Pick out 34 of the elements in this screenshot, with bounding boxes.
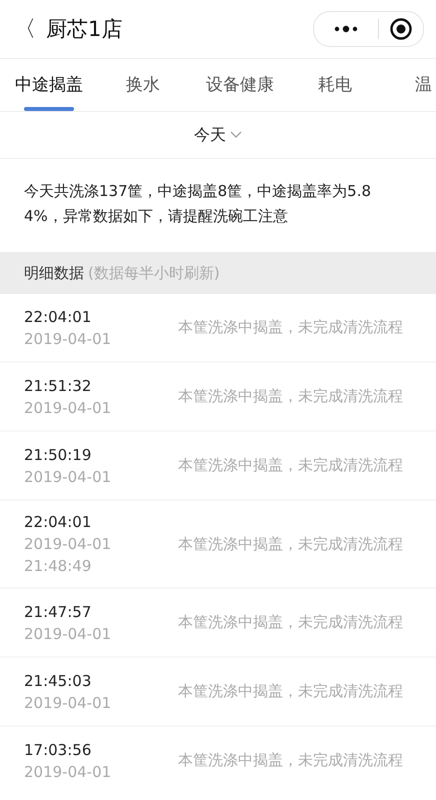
back-button[interactable]: 〈 — [14, 14, 46, 44]
record-date: 2019-04-01 — [24, 692, 112, 714]
record-time: 21:45:03 — [24, 670, 92, 692]
record-time: 22:04:01 — [24, 512, 92, 533]
summary-text: 今天共洗涤137筐，中途揭盖8筐，中途揭盖率为5.84%，异常数据如下，请提醒洗碗工注意 — [24, 181, 372, 227]
record-date: 2019-04-01 — [24, 762, 112, 782]
tab[interactable]: 设备健康 — [206, 59, 274, 111]
date-dropdown[interactable]: 今天 — [194, 112, 242, 158]
record-date: 2019-04-01 — [24, 328, 112, 350]
record-message: 本筐洗涤中揭盖，未完成清洗流程 — [178, 318, 403, 337]
record-message: 本筐洗涤中揭盖，未完成清洗流程 — [178, 456, 403, 475]
tab[interactable]: 温 — [415, 59, 432, 111]
tab[interactable]: 耗电 — [318, 59, 352, 111]
record-time: 17:03:56 — [24, 740, 92, 760]
record-message: 本筐洗涤中揭盖，未完成清洗流程 — [178, 613, 403, 632]
record-date: 2019-04-01 — [24, 534, 112, 555]
record-date: 2019-04-01 — [24, 398, 112, 418]
record-message: 本筐洗涤中揭盖，未完成清洗流程 — [178, 682, 403, 701]
record-time: 21:50:19 — [24, 444, 92, 466]
record-date: 21:48:49 — [24, 556, 92, 577]
record-time: 22:04:01 — [24, 306, 92, 328]
record-message: 本筐洗涤中揭盖，未完成清洗流程 — [178, 751, 403, 770]
record-date: 2019-04-01 — [24, 624, 112, 644]
record-time: 21:51:32 — [24, 376, 92, 396]
page-title: 厨芯1店 — [46, 16, 124, 43]
record-date: 2019-04-01 — [24, 466, 112, 488]
record-time: 21:47:57 — [24, 602, 92, 622]
refresh-note: (数据每半小时刷新) — [88, 264, 220, 282]
chevron-down-icon — [230, 131, 242, 139]
tab[interactable]: 中途揭盖 — [15, 59, 83, 111]
tab[interactable]: 换水 — [126, 59, 160, 111]
record-message: 本筐洗涤中揭盖，未完成清洗流程 — [178, 534, 403, 554]
record-message: 本筐洗涤中揭盖，未完成清洗流程 — [178, 387, 403, 406]
section-title: 明细数据 — [24, 264, 84, 282]
